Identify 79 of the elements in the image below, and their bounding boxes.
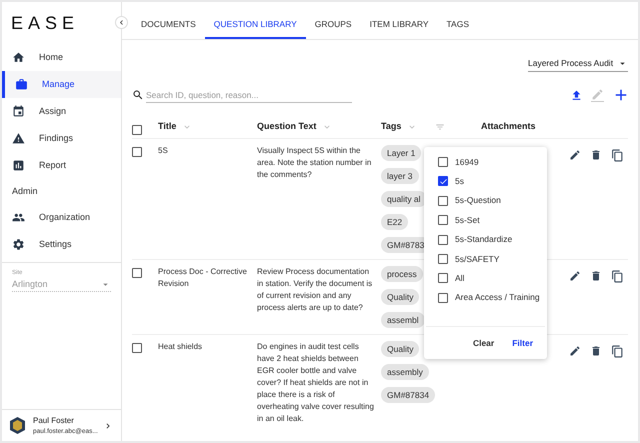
filter-option-label[interactable]: 5s: [455, 175, 464, 188]
filter-option-label[interactable]: 5s-Set: [455, 214, 480, 227]
column-header[interactable]: Question Text: [257, 120, 316, 134]
nav-item[interactable]: Home: [2, 44, 121, 71]
filter-button[interactable]: Filter: [512, 336, 533, 350]
badge-icon: [10, 417, 25, 434]
filter-option-label[interactable]: 5s/SAFETY: [455, 252, 500, 266]
collapse-button[interactable]: [115, 16, 128, 29]
table-cell-text: Heat shields: [158, 341, 204, 353]
calendar-icon: [12, 105, 25, 118]
table-cell-text: Review Process documentation in station. Verify the document is of current revision and any process alerts are up to date?: [257, 266, 374, 314]
home-icon: [12, 51, 25, 64]
column-header[interactable]: Title: [158, 120, 176, 134]
trash-icon[interactable]: [590, 149, 602, 161]
logo: EASE: [10, 12, 80, 34]
pencil-icon[interactable]: [569, 345, 581, 357]
table-cell-text: Do engines in audit test cells have 2 heat shields between EGR cooler bottle and valve cover? If heat shields are not in place there is a risk of overheating valve cover resulting in an oil leak.: [257, 341, 375, 425]
copy-icon[interactable]: [611, 149, 624, 162]
filter-option-label[interactable]: 5s-Question: [455, 194, 501, 208]
upload-button[interactable]: [570, 88, 583, 102]
settings-icon: [12, 238, 25, 251]
user-name: Paul Foster: [33, 414, 75, 427]
clear-button[interactable]: Clear: [472, 336, 494, 350]
checkbox[interactable]: [132, 147, 142, 157]
bar-chart-icon: [12, 159, 25, 172]
tag: Quality: [381, 341, 420, 357]
nav-item[interactable]: Manage: [2, 71, 121, 98]
tag: Quality: [381, 289, 420, 305]
checkbox[interactable]: [132, 343, 142, 353]
trash-icon[interactable]: [590, 270, 602, 282]
tag: assembl: [381, 312, 425, 328]
copy-icon[interactable]: [611, 270, 624, 283]
checkbox[interactable]: [438, 234, 448, 245]
tag: Layer 1: [381, 145, 422, 161]
tab[interactable]: TAGS: [438, 12, 478, 39]
column-header: Attachments: [481, 120, 536, 134]
table-cell-text: Visually Inspect 5S within the area. Note the station number in the comments?: [257, 145, 372, 181]
column-header[interactable]: Tags: [381, 120, 402, 134]
filter-option-label[interactable]: 16949: [455, 156, 479, 168]
search-icon: [132, 89, 144, 101]
nav-item[interactable]: Organization: [2, 204, 121, 231]
nav-item[interactable]: Findings: [2, 125, 121, 152]
tag: quality al: [381, 191, 427, 207]
checkbox[interactable]: [438, 273, 448, 284]
table-cell-text: Process Doc - Corrective Revision: [158, 266, 248, 290]
checkbox[interactable]: [438, 215, 448, 226]
tag: assembly: [381, 364, 429, 380]
tab[interactable]: GROUPS: [306, 12, 361, 39]
nav-item[interactable]: Settings: [2, 231, 121, 258]
trash-icon[interactable]: [590, 345, 602, 357]
briefcase-icon: [15, 78, 28, 91]
search-field[interactable]: Search ID, question, reason...: [146, 87, 352, 103]
filter-option-label[interactable]: Area Access / Training: [455, 291, 540, 304]
tab[interactable]: ITEM LIBRARY: [360, 12, 438, 39]
filter-option-label[interactable]: 5s-Standardize: [455, 233, 512, 246]
tab[interactable]: DOCUMENTS: [132, 12, 205, 39]
checkbox[interactable]: [132, 124, 142, 135]
tag: GM#87834: [381, 387, 436, 403]
checkbox[interactable]: [438, 292, 448, 303]
table-cell-text: 5S: [158, 145, 169, 157]
checkbox[interactable]: [438, 157, 448, 167]
filter-option-label[interactable]: All: [455, 272, 464, 285]
tab[interactable]: QUESTION LIBRARY: [204, 12, 306, 39]
warning-icon: [12, 132, 25, 145]
checkbox[interactable]: [438, 254, 448, 264]
copy-icon[interactable]: [611, 345, 624, 358]
section-label: Admin: [11, 184, 39, 198]
checkbox[interactable]: [438, 176, 448, 186]
nav-item[interactable]: Report: [2, 152, 121, 179]
tag: E22: [381, 214, 408, 230]
audit-type-select[interactable]: Layered Process Audit: [528, 56, 628, 72]
pencil-icon[interactable]: [569, 270, 581, 282]
tag: layer 3: [381, 168, 419, 184]
tag: process: [381, 266, 423, 282]
nav-item[interactable]: Assign: [2, 98, 121, 125]
checkbox[interactable]: [132, 268, 142, 278]
people-icon: [12, 211, 25, 224]
checkbox[interactable]: [438, 196, 448, 206]
pencil-icon[interactable]: [569, 149, 581, 161]
